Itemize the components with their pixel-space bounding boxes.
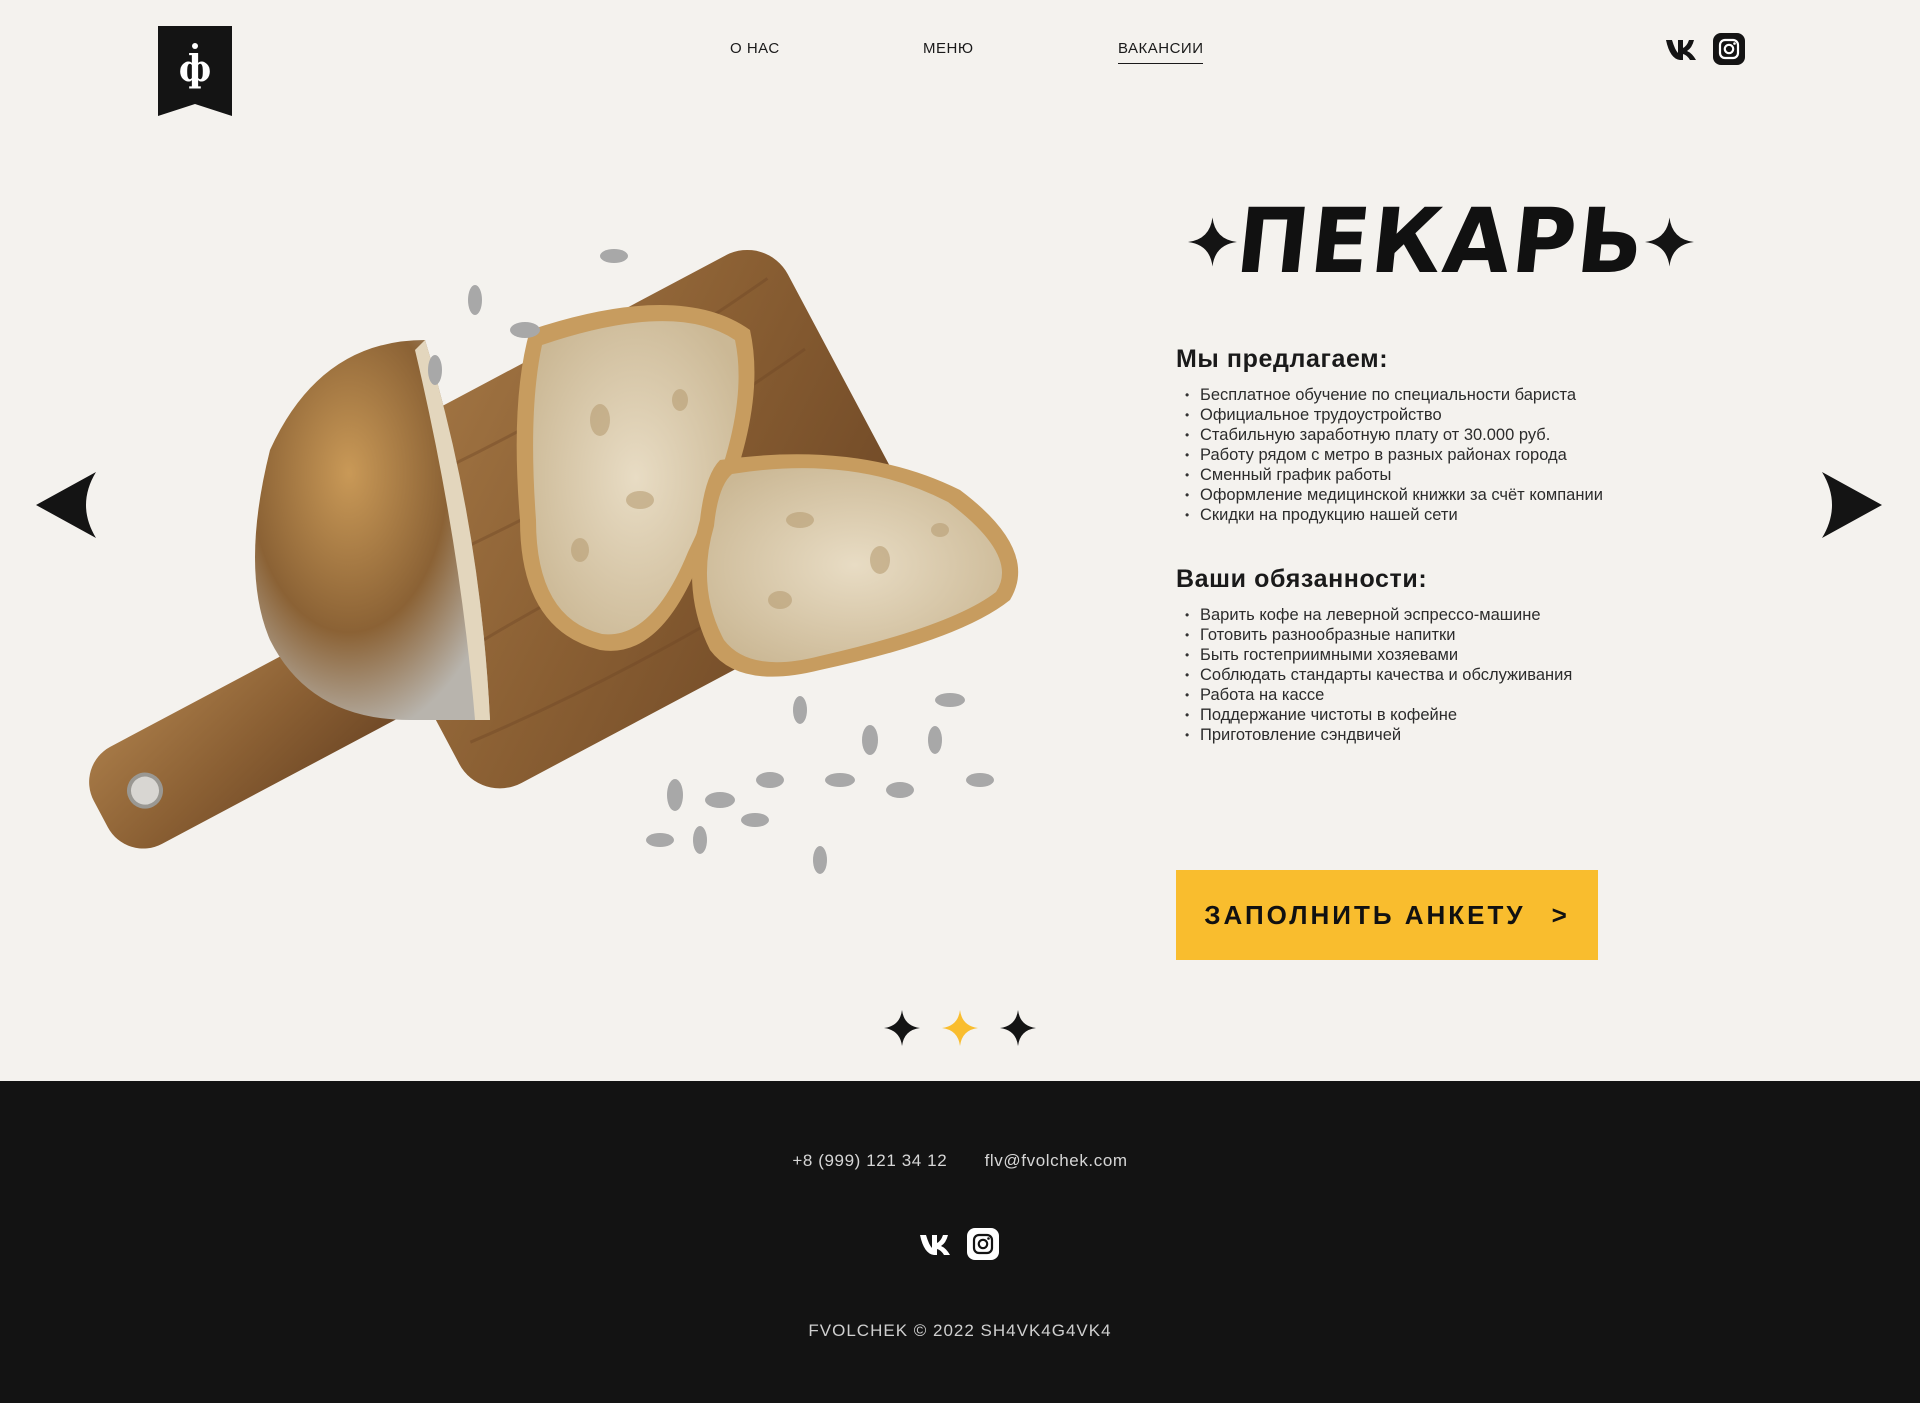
social-links-footer — [918, 1227, 1000, 1261]
footer-contacts: +8 (999) 121 34 12 flv@fvolchek.com — [0, 1151, 1920, 1171]
main-nav: О НАС МЕНЮ ВАКАНСИИ — [0, 40, 1920, 70]
slide-dot-star-icon-active[interactable] — [942, 1010, 978, 1046]
list-item: Поддержание чистоты в кофейне — [1176, 705, 1572, 725]
fill-form-button[interactable]: ЗАПОЛНИТЬ АНКЕТУ > — [1176, 870, 1598, 960]
vk-icon[interactable] — [1664, 32, 1698, 66]
nav-vacancies[interactable]: ВАКАНСИИ — [1118, 40, 1204, 64]
list-item: Работу рядом с метро в разных районах го… — [1176, 445, 1603, 465]
copyright: FVOLCHEK © 2022 SH4VK4G4VK4 — [808, 1321, 1112, 1340]
list-item: Стабильную заработную плату от 30.000 ру… — [1176, 425, 1603, 445]
duties-list: Варить кофе на леверной эспрессо-машине … — [1176, 605, 1572, 745]
instagram-icon[interactable] — [966, 1227, 1000, 1261]
list-item: Сменный график работы — [1176, 465, 1603, 485]
social-links-header — [1664, 32, 1746, 66]
email-link[interactable]: flv@fvolchek.com — [985, 1151, 1128, 1170]
list-item: Приготовление сэндвичей — [1176, 725, 1572, 745]
vk-icon[interactable] — [918, 1227, 952, 1261]
slider-dots — [884, 1010, 1036, 1046]
next-slide-arrow-icon[interactable] — [1820, 470, 1882, 540]
vacancy-title-block: ПЕКАРЬ — [1188, 190, 1694, 294]
footer: +8 (999) 121 34 12 flv@fvolchek.com FVOL… — [0, 1081, 1920, 1403]
list-item: Скидки на продукцию нашей сети — [1176, 505, 1603, 525]
list-item: Оформление медицинской книжки за счёт ко… — [1176, 485, 1603, 505]
vacancy-title: ПЕКАРЬ — [1231, 190, 1651, 294]
list-item: Варить кофе на леверной эспрессо-машине — [1176, 605, 1572, 625]
slide-dot-star-icon[interactable] — [884, 1010, 920, 1046]
chevron-right-icon: > — [1551, 899, 1570, 930]
star-icon — [1188, 217, 1237, 267]
fill-form-label: ЗАПОЛНИТЬ АНКЕТУ — [1204, 899, 1526, 930]
slide-dot-star-icon[interactable] — [1000, 1010, 1036, 1046]
list-item: Готовить разнообразные напитки — [1176, 625, 1572, 645]
bread-board-image — [89, 249, 1019, 874]
phone-link[interactable]: +8 (999) 121 34 12 — [792, 1151, 947, 1170]
star-icon — [1645, 217, 1694, 267]
offer-heading: Мы предлагаем: — [1176, 345, 1389, 373]
nav-menu[interactable]: МЕНЮ — [923, 40, 974, 63]
instagram-icon[interactable] — [1712, 32, 1746, 66]
list-item: Быть гостеприимными хозяевами — [1176, 645, 1572, 665]
offer-list: Бесплатное обучение по специальности бар… — [1176, 385, 1603, 525]
prev-slide-arrow-icon[interactable] — [36, 470, 98, 540]
list-item: Официальное трудоустройство — [1176, 405, 1603, 425]
list-item: Соблюдать стандарты качества и обслужива… — [1176, 665, 1572, 685]
duties-heading: Ваши обязанности: — [1176, 565, 1428, 593]
nav-about[interactable]: О НАС — [730, 40, 780, 63]
list-item: Работа на кассе — [1176, 685, 1572, 705]
list-item: Бесплатное обучение по специальности бар… — [1176, 385, 1603, 405]
